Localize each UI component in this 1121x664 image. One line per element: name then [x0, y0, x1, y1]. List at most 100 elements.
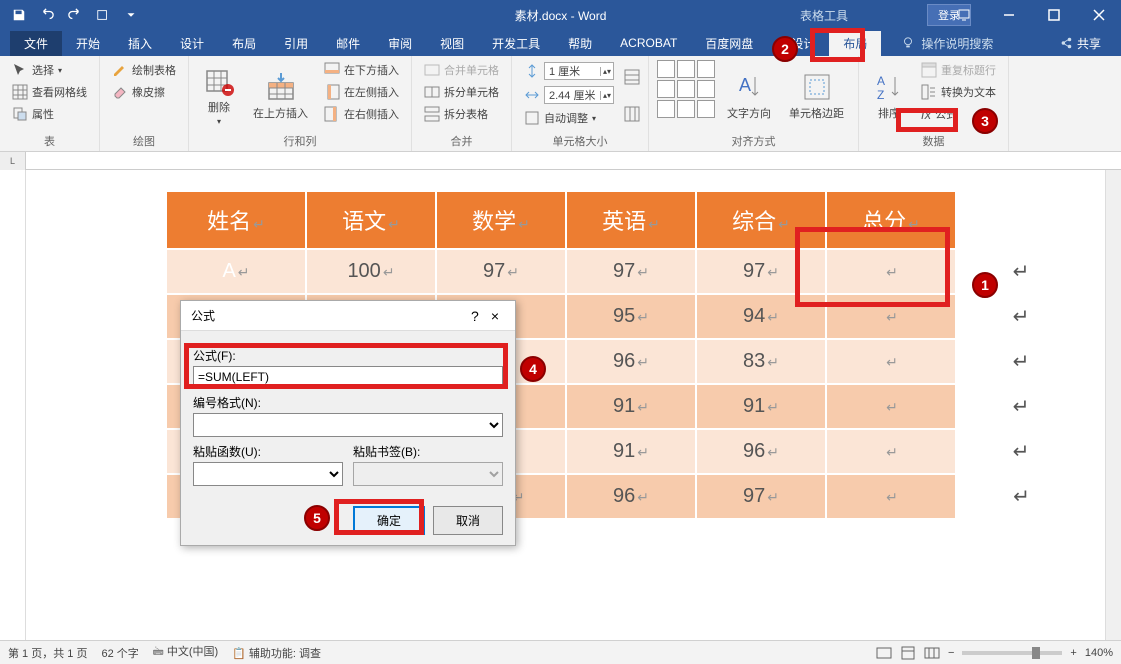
vertical-scrollbar[interactable]: [1105, 170, 1121, 640]
draw-table-button[interactable]: 绘制表格: [108, 60, 180, 80]
paste-bookmark-select[interactable]: [353, 462, 503, 486]
dialog-help-button[interactable]: ?: [465, 308, 485, 324]
cell[interactable]: 91↵: [566, 429, 696, 474]
convert-to-text-button[interactable]: 转换为文本: [917, 82, 1000, 102]
tab-help[interactable]: 帮助: [554, 31, 606, 56]
cell[interactable]: 97↵: [436, 249, 566, 294]
align-tc[interactable]: [677, 60, 695, 78]
cell-margins-button[interactable]: 单元格边距: [783, 60, 850, 131]
zoom-out-button[interactable]: −: [948, 647, 954, 659]
cell[interactable]: 94↵: [696, 294, 826, 339]
th-chinese[interactable]: 语文↵: [306, 191, 436, 249]
select-button[interactable]: 选择▾: [8, 60, 91, 80]
cell-total[interactable]: ↵: [826, 249, 956, 294]
row-height-field[interactable]: 1 厘米▴▾: [520, 60, 618, 82]
tab-file[interactable]: 文件: [10, 31, 62, 56]
status-proof[interactable]: 📋 辅助功能: 调查: [232, 645, 321, 661]
merge-cells-button[interactable]: 合并单元格: [420, 60, 503, 80]
tab-view[interactable]: 视图: [426, 31, 478, 56]
align-br[interactable]: [697, 100, 715, 118]
tab-table-layout[interactable]: 布局: [829, 31, 881, 56]
text-direction-button[interactable]: A文字方向: [721, 60, 777, 131]
align-tl[interactable]: [657, 60, 675, 78]
distribute-cols-icon[interactable]: [624, 106, 640, 122]
share-button[interactable]: 共享: [1059, 35, 1101, 52]
cell[interactable]: 91↵: [696, 384, 826, 429]
cell-name[interactable]: A↵: [166, 249, 306, 294]
th-comprehensive[interactable]: 综合↵: [696, 191, 826, 249]
properties-button[interactable]: 属性: [8, 104, 91, 124]
zoom-slider[interactable]: [962, 651, 1062, 655]
align-mr[interactable]: [697, 80, 715, 98]
maximize-button[interactable]: [1031, 0, 1076, 30]
view-print-icon[interactable]: [900, 645, 916, 661]
col-width-field[interactable]: 2.44 厘米▴▾: [520, 84, 618, 106]
horizontal-ruler[interactable]: L: [0, 152, 1121, 170]
view-read-icon[interactable]: [876, 645, 892, 661]
status-page[interactable]: 第 1 页，共 1 页: [8, 645, 87, 661]
cell[interactable]: 97↵: [696, 249, 826, 294]
align-tr[interactable]: [697, 60, 715, 78]
cell-total[interactable]: ↵: [826, 294, 956, 339]
redo-button[interactable]: [62, 2, 88, 28]
align-bl[interactable]: [657, 100, 675, 118]
close-button[interactable]: [1076, 0, 1121, 30]
cell-total[interactable]: ↵: [826, 429, 956, 474]
th-name[interactable]: 姓名↵: [166, 191, 306, 249]
align-ml[interactable]: [657, 80, 675, 98]
ribbon-options-button[interactable]: [941, 0, 986, 30]
align-bc[interactable]: [677, 100, 695, 118]
cell[interactable]: 96↵: [696, 429, 826, 474]
cell-total[interactable]: ↵: [826, 384, 956, 429]
tell-me-search[interactable]: 操作说明搜索: [901, 35, 993, 52]
cell-total[interactable]: ↵: [826, 474, 956, 519]
insert-above-button[interactable]: 在上方插入: [247, 60, 314, 131]
th-math[interactable]: 数学↵: [436, 191, 566, 249]
paste-func-select[interactable]: [193, 462, 343, 486]
status-words[interactable]: 62 个字: [101, 645, 138, 661]
sort-button[interactable]: AZ排序: [867, 60, 911, 131]
number-format-select[interactable]: [193, 413, 503, 437]
qat-dropdown[interactable]: [118, 2, 144, 28]
insert-left-button[interactable]: 在左侧插入: [320, 82, 403, 102]
qat-button[interactable]: [90, 2, 116, 28]
ok-button[interactable]: 确定: [353, 506, 425, 535]
tab-insert[interactable]: 插入: [114, 31, 166, 56]
tab-review[interactable]: 审阅: [374, 31, 426, 56]
tab-home[interactable]: 开始: [62, 31, 114, 56]
cell[interactable]: 97↵: [566, 249, 696, 294]
cell[interactable]: 96↵: [566, 339, 696, 384]
zoom-in-button[interactable]: +: [1070, 647, 1076, 659]
th-total[interactable]: 总分↵: [826, 191, 956, 249]
undo-button[interactable]: [34, 2, 60, 28]
cell[interactable]: 96↵: [566, 474, 696, 519]
view-gridlines-button[interactable]: 查看网格线: [8, 82, 91, 102]
tab-layout[interactable]: 布局: [218, 31, 270, 56]
status-lang[interactable]: 🖮 中文(中国): [153, 643, 218, 662]
dialog-titlebar[interactable]: 公式 ? ×: [181, 301, 515, 331]
split-table-button[interactable]: 拆分表格: [420, 104, 503, 124]
minimize-button[interactable]: [986, 0, 1031, 30]
th-english[interactable]: 英语↵: [566, 191, 696, 249]
tab-acrobat[interactable]: ACROBAT: [606, 32, 691, 54]
tab-design[interactable]: 设计: [166, 31, 218, 56]
cell[interactable]: 83↵: [696, 339, 826, 384]
cell[interactable]: 100↵: [306, 249, 436, 294]
eraser-button[interactable]: 橡皮擦: [108, 82, 180, 102]
cancel-button[interactable]: 取消: [433, 506, 503, 535]
cell[interactable]: 91↵: [566, 384, 696, 429]
cell[interactable]: 95↵: [566, 294, 696, 339]
formula-input[interactable]: [193, 366, 503, 388]
dialog-close-button[interactable]: ×: [485, 308, 505, 324]
cell[interactable]: 97↵: [696, 474, 826, 519]
tab-mailings[interactable]: 邮件: [322, 31, 374, 56]
tab-developer[interactable]: 开发工具: [478, 31, 554, 56]
repeat-header-button[interactable]: 重复标题行: [917, 60, 1000, 80]
split-cells-button[interactable]: 拆分单元格: [420, 82, 503, 102]
view-web-icon[interactable]: [924, 645, 940, 661]
tab-baidu[interactable]: 百度网盘: [691, 31, 767, 56]
delete-button[interactable]: 删除▾: [197, 60, 241, 131]
distribute-rows-icon[interactable]: [624, 69, 640, 85]
tab-references[interactable]: 引用: [270, 31, 322, 56]
save-button[interactable]: [6, 2, 32, 28]
